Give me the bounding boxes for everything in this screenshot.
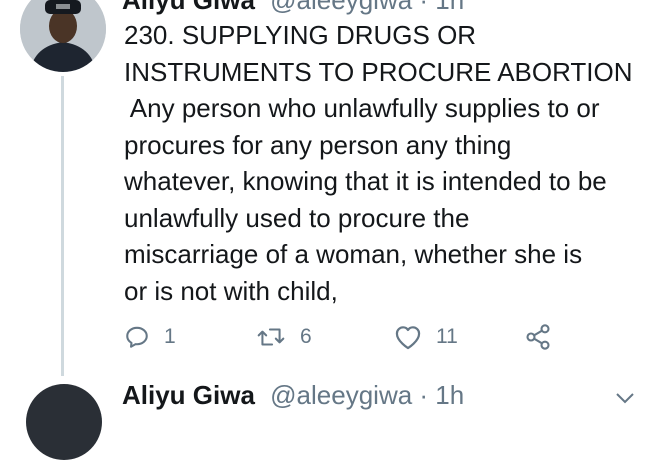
profile-photo [20, 0, 106, 72]
retweet-icon [257, 328, 285, 346]
chevron-down-icon [616, 393, 634, 404]
retweet-count: 6 [300, 325, 312, 348]
tweet-text-line: unlawfully used to procure the [124, 202, 470, 233]
share-button[interactable] [524, 320, 552, 354]
author-handle-time[interactable]: @aleeygiwa · 1h [270, 380, 464, 410]
avatar[interactable] [26, 384, 102, 460]
tweet-text-line: procures for any person any thing [124, 129, 512, 160]
share-icon [526, 324, 550, 350]
tweet-text-line: miscarriage of a woman, whether she is [124, 239, 583, 269]
tweet-actions: 1 6 11 [124, 320, 564, 354]
heart-icon [395, 326, 421, 350]
like-button[interactable]: 11 [394, 320, 458, 354]
tweet-text-line: or is not with child, [124, 275, 338, 306]
tweet-text-line: Any person who unlawfully supplies to or [124, 93, 600, 123]
tweet-text-line: 230. SUPPLYING DRUGS OR [124, 20, 477, 50]
author-name[interactable]: Aliyu Giwa [122, 380, 255, 410]
reply-count: 1 [164, 325, 176, 348]
tweet-header: Aliyu Giwa @aleeygiwa · 1h [122, 0, 464, 15]
reply-button[interactable]: 1 [124, 320, 176, 354]
avatar[interactable] [20, 0, 106, 72]
author-name[interactable]: Aliyu Giwa [122, 0, 255, 15]
like-count: 11 [436, 325, 458, 348]
tweet-text-line: whatever, knowing that it is intended to… [124, 166, 607, 196]
thread-line [61, 76, 64, 376]
reply-icon [126, 326, 148, 348]
tweet-header: Aliyu Giwa @aleeygiwa · 1h [122, 380, 464, 410]
tweet-text: 230. SUPPLYING DRUGS OR INSTRUMENTS TO P… [124, 17, 654, 309]
author-handle-time[interactable]: @aleeygiwa · 1h [270, 0, 464, 15]
retweet-button[interactable]: 6 [256, 320, 312, 354]
tweet-text-line: INSTRUMENTS TO PROCURE ABORTION [124, 56, 633, 87]
